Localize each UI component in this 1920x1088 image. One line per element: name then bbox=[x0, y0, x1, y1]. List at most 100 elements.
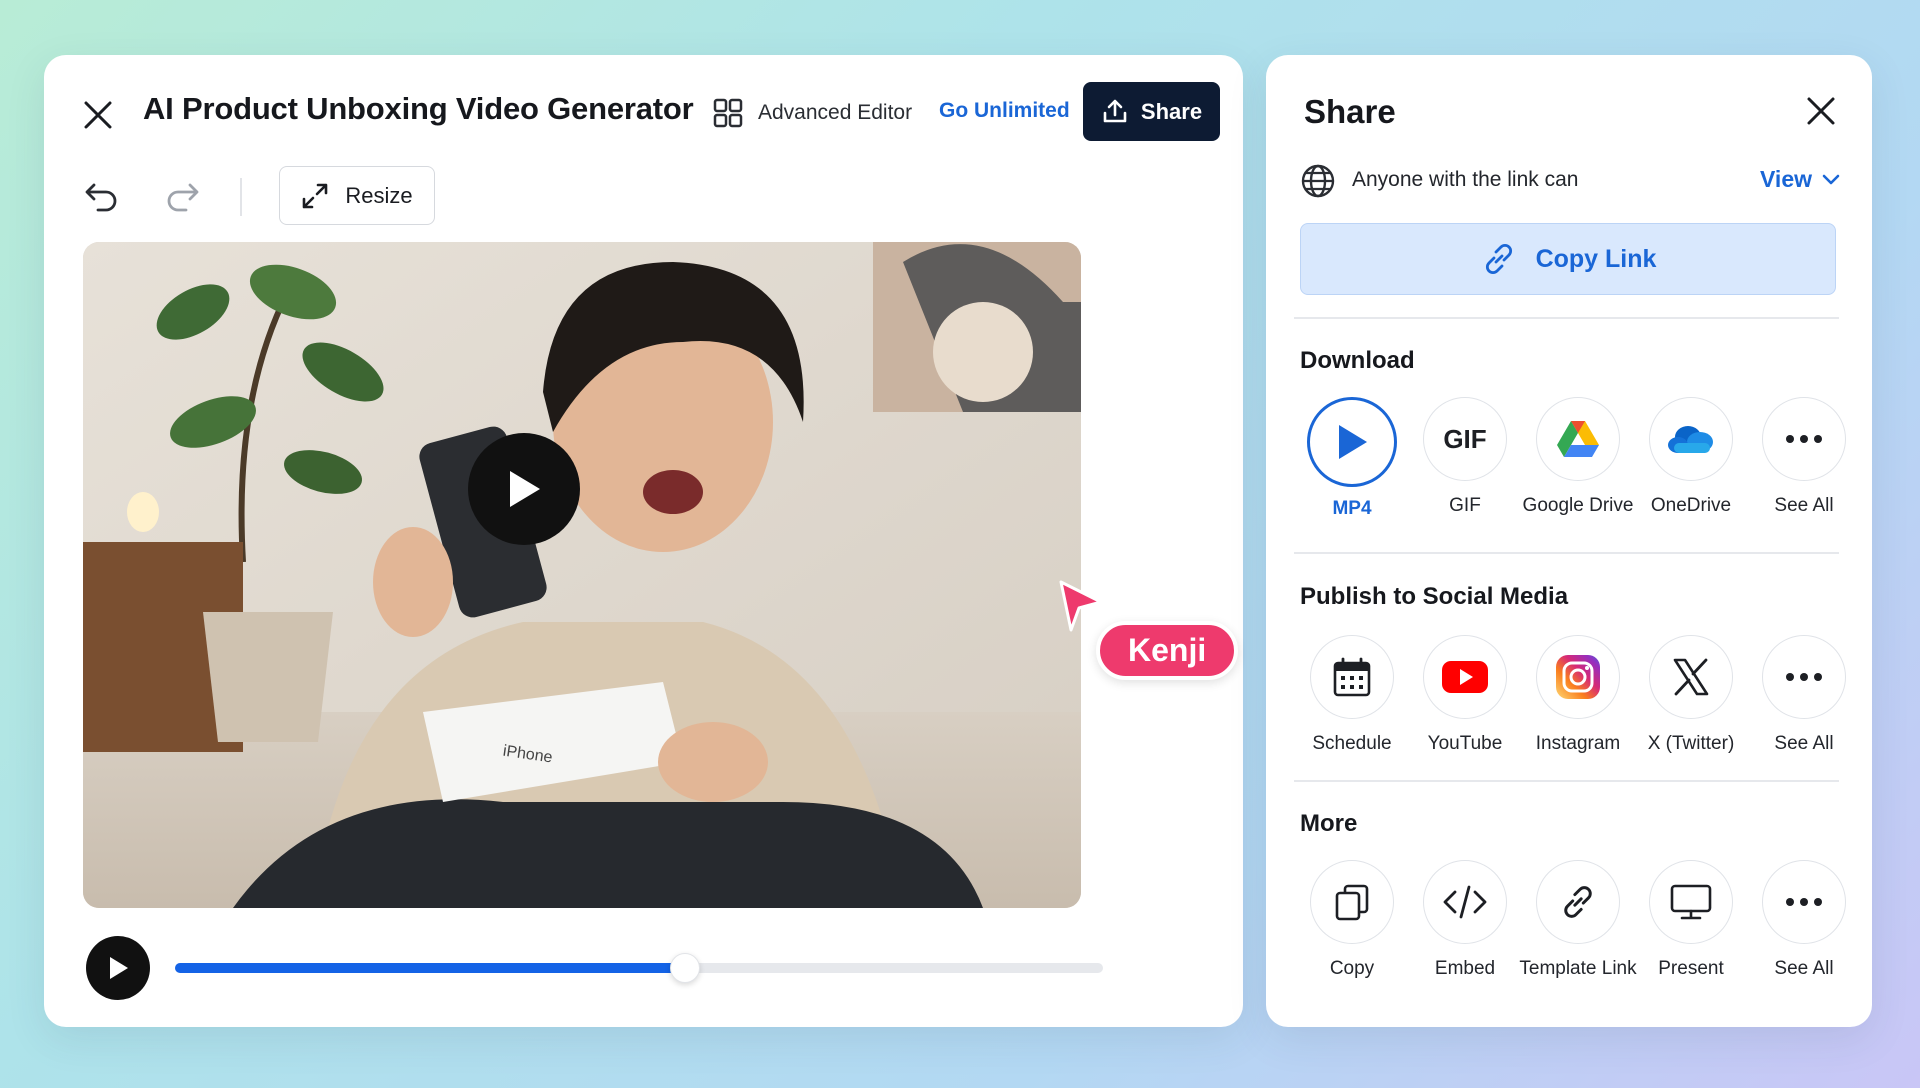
access-level-dropdown[interactable]: View bbox=[1760, 166, 1840, 193]
onedrive-icon-circle bbox=[1649, 397, 1733, 481]
more-icon bbox=[1762, 860, 1846, 944]
instagram-icon bbox=[1556, 655, 1600, 699]
more-options: Copy Embed Template Link Present See All bbox=[1292, 860, 1852, 990]
redo-icon[interactable] bbox=[162, 175, 202, 215]
access-level-value: View bbox=[1760, 166, 1812, 192]
collaborator-cursor-icon bbox=[1059, 580, 1103, 632]
playback-play-button[interactable] bbox=[86, 936, 150, 1000]
copy-icon-circle bbox=[1310, 860, 1394, 944]
download-see-all-option[interactable]: See All bbox=[1744, 397, 1864, 517]
calendar-icon-circle bbox=[1310, 635, 1394, 719]
page-title: AI Product Unboxing Video Generator bbox=[143, 91, 694, 126]
playback-scrubber-handle[interactable] bbox=[670, 953, 701, 983]
share-panel: Share Anyone with the link can View Copy… bbox=[1266, 55, 1872, 1027]
option-label: Embed bbox=[1434, 958, 1496, 979]
divider bbox=[1294, 552, 1839, 554]
link-access-row: Anyone with the link can View bbox=[1300, 161, 1840, 201]
download-mp4-option[interactable]: MP4 bbox=[1292, 397, 1412, 520]
link-icon-circle bbox=[1536, 860, 1620, 944]
social-options: Schedule YouTube Instagram X (Twitter) S… bbox=[1292, 635, 1852, 765]
undo-icon[interactable] bbox=[82, 175, 122, 215]
grid-icon bbox=[713, 98, 743, 128]
share-button-label: Share bbox=[1140, 98, 1203, 124]
play-icon bbox=[510, 471, 540, 507]
option-label: YouTube bbox=[1427, 733, 1503, 754]
option-label: MP4 bbox=[1332, 498, 1372, 519]
advanced-editor-button[interactable]: Advanced Editor bbox=[712, 95, 912, 131]
google-drive-icon-circle bbox=[1536, 397, 1620, 481]
onedrive-icon bbox=[1668, 426, 1713, 453]
google-drive-icon bbox=[1557, 421, 1599, 457]
more-icon bbox=[1762, 397, 1846, 481]
play-icon bbox=[110, 957, 128, 979]
more-copy-option[interactable]: Copy bbox=[1292, 860, 1412, 980]
playback-progress-fill bbox=[175, 963, 686, 973]
monitor-icon bbox=[1670, 884, 1712, 920]
code-icon bbox=[1443, 885, 1487, 919]
social-youtube-option[interactable]: YouTube bbox=[1405, 635, 1525, 755]
toolbar-divider bbox=[240, 178, 242, 216]
download-google-drive-option[interactable]: Google Drive bbox=[1518, 397, 1638, 517]
resize-button[interactable]: Resize bbox=[279, 166, 435, 225]
x-icon bbox=[1673, 658, 1709, 696]
option-label: Instagram bbox=[1535, 733, 1621, 754]
editor-header: AI Product Unboxing Video Generator Adva… bbox=[44, 55, 1243, 165]
download-onedrive-option[interactable]: OneDrive bbox=[1631, 397, 1751, 517]
more-see-all-option[interactable]: See All bbox=[1744, 860, 1864, 980]
option-label: GIF bbox=[1449, 495, 1481, 516]
option-label: Template Link bbox=[1519, 958, 1637, 979]
download-gif-option[interactable]: GIF GIF bbox=[1405, 397, 1525, 517]
gif-icon-text: GIF bbox=[1443, 423, 1487, 454]
more-present-option[interactable]: Present bbox=[1631, 860, 1751, 980]
close-icon[interactable] bbox=[1801, 91, 1841, 131]
editor-panel: AI Product Unboxing Video Generator Adva… bbox=[44, 55, 1243, 1027]
social-schedule-option[interactable]: Schedule bbox=[1292, 635, 1412, 755]
social-see-all-option[interactable]: See All bbox=[1744, 635, 1864, 755]
download-section-title: Download bbox=[1300, 347, 1415, 374]
more-embed-option[interactable]: Embed bbox=[1405, 860, 1525, 980]
video-play-button[interactable] bbox=[468, 433, 580, 545]
social-instagram-option[interactable]: Instagram bbox=[1518, 635, 1638, 755]
video-preview[interactable]: iPhone bbox=[83, 242, 1081, 908]
divider bbox=[1294, 780, 1839, 782]
copy-link-button[interactable]: Copy Link bbox=[1300, 223, 1836, 295]
globe-icon bbox=[1301, 164, 1335, 198]
copy-link-label: Copy Link bbox=[1535, 244, 1657, 273]
option-label: X (Twitter) bbox=[1647, 733, 1735, 754]
mp4-icon-circle bbox=[1307, 397, 1397, 487]
more-section-title: More bbox=[1300, 810, 1358, 837]
go-unlimited-link[interactable]: Go Unlimited bbox=[939, 99, 1070, 123]
more-icon bbox=[1762, 635, 1846, 719]
social-x-option[interactable]: X (Twitter) bbox=[1631, 635, 1751, 755]
calendar-icon bbox=[1333, 657, 1371, 697]
gif-icon: GIF bbox=[1423, 397, 1507, 481]
social-section-title: Publish to Social Media bbox=[1300, 583, 1569, 610]
collaborator-label: Kenji bbox=[1096, 621, 1239, 680]
option-label: OneDrive bbox=[1650, 495, 1732, 516]
chevron-down-icon bbox=[1822, 174, 1840, 184]
copy-icon bbox=[1335, 884, 1369, 921]
close-icon[interactable] bbox=[78, 95, 118, 135]
instagram-icon-circle bbox=[1536, 635, 1620, 719]
share-button[interactable]: Share bbox=[1083, 82, 1220, 141]
option-label: See All bbox=[1774, 958, 1834, 979]
video-frame-image: iPhone bbox=[83, 242, 1081, 908]
monitor-icon-circle bbox=[1649, 860, 1733, 944]
option-label: Present bbox=[1658, 958, 1724, 979]
divider bbox=[1294, 317, 1839, 319]
youtube-icon bbox=[1442, 661, 1488, 693]
download-options: MP4 GIF GIF Google Drive OneDrive See Al… bbox=[1292, 397, 1852, 527]
expand-icon bbox=[303, 183, 328, 208]
upload-icon bbox=[1103, 99, 1127, 122]
option-label: Google Drive bbox=[1522, 495, 1634, 516]
option-label: See All bbox=[1774, 733, 1834, 754]
link-access-text: Anyone with the link can bbox=[1352, 168, 1579, 191]
option-label: See All bbox=[1774, 495, 1834, 516]
play-icon bbox=[1339, 425, 1367, 459]
option-label: Schedule bbox=[1312, 733, 1392, 754]
x-icon-circle bbox=[1649, 635, 1733, 719]
code-icon-circle bbox=[1423, 860, 1507, 944]
playback-progress-track[interactable] bbox=[175, 953, 1103, 983]
link-icon bbox=[1564, 886, 1592, 918]
more-template-link-option[interactable]: Template Link bbox=[1518, 860, 1638, 980]
